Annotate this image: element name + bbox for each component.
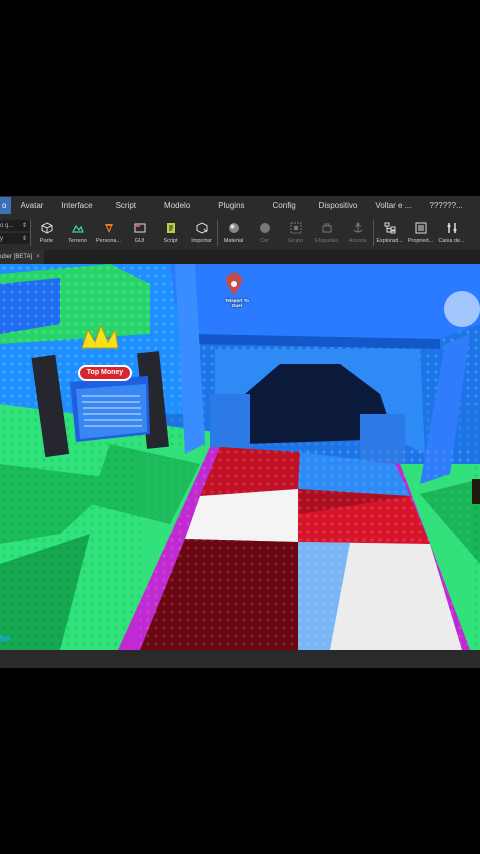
tool-label: Importar <box>191 238 212 244</box>
tool-label: Parte <box>39 238 54 244</box>
explorer-icon <box>383 221 396 234</box>
stepper-icon[interactable]: ⇕ <box>22 235 27 242</box>
tool-label: Caixa de... <box>438 238 465 244</box>
tool-character[interactable]: Persona... <box>93 214 124 244</box>
toolbar: o q... ⇕ y ⇕ Parte Terreno Persona... GUI … <box>0 214 480 250</box>
arena-roof <box>170 264 480 339</box>
character-icon <box>102 221 115 234</box>
tool-part[interactable]: Parte <box>31 214 62 244</box>
terrain-icon <box>71 221 84 234</box>
tool-label: Script <box>163 238 178 244</box>
tool-label: Grupo <box>287 238 304 244</box>
tool-color[interactable]: Cor <box>249 214 280 244</box>
document-tabs: uber [BETA] × <box>0 250 480 264</box>
tool-label: Âncora <box>348 238 367 244</box>
anchor-icon <box>351 221 364 234</box>
gui-icon <box>133 221 146 234</box>
color-icon <box>258 221 271 234</box>
search-field-text: o q... <box>0 222 14 229</box>
menu-item-script[interactable]: Script <box>102 201 150 210</box>
menu-bar: o Avatar Interface Script Modelo Plugins… <box>0 196 480 214</box>
toolbar-left-fields: o q... ⇕ y ⇕ <box>0 214 30 250</box>
menu-item-back[interactable]: Voltar e ... <box>366 201 420 210</box>
menu-item-model[interactable]: Modelo <box>150 201 204 210</box>
menu-item-avatar[interactable]: Avatar <box>11 201 52 210</box>
tool-anchor[interactable]: Âncora <box>342 214 373 244</box>
properties-icon <box>414 221 427 234</box>
script-icon <box>164 221 177 234</box>
tool-explorer[interactable]: Explorad... <box>374 214 405 244</box>
menu-item-interface[interactable]: Interface <box>52 201 101 210</box>
tool-properties[interactable]: Propried... <box>405 214 436 244</box>
tool-import[interactable]: Importar <box>186 214 217 244</box>
screen-frame: o Avatar Interface Script Modelo Plugins… <box>0 0 480 854</box>
material-icon <box>227 221 240 234</box>
corner-text: bx <box>0 633 11 643</box>
tool-gui[interactable]: GUI <box>124 214 155 244</box>
tab-label: uber [BETA] <box>0 254 33 260</box>
game-scene <box>0 264 480 650</box>
menu-item-unknown[interactable]: ??????... <box>420 201 471 210</box>
3d-viewport[interactable]: Top Money Teleport To Duel bx <box>0 264 480 650</box>
menu-item-home[interactable]: o <box>0 196 12 214</box>
group-icon <box>289 221 302 234</box>
menu-item-device[interactable]: Dispositivo <box>310 201 367 210</box>
character-figure <box>472 479 480 504</box>
tool-terrain[interactable]: Terreno <box>62 214 93 244</box>
tool-tags[interactable]: Etiquetas <box>311 214 342 244</box>
teleport-label: Teleport To Duel <box>225 298 249 308</box>
tool-label: Terreno <box>68 238 87 244</box>
close-icon[interactable]: × <box>36 254 40 260</box>
axis-field[interactable]: y ⇕ <box>0 233 30 244</box>
tool-label: GUI <box>134 238 145 244</box>
tool-toolbox[interactable]: Caixa de... <box>436 214 467 244</box>
tool-label: Cor <box>260 238 269 244</box>
tool-label: Persona... <box>95 238 122 244</box>
part-cube-icon <box>40 221 53 234</box>
tool-script[interactable]: Script <box>155 214 186 244</box>
search-field[interactable]: o q... ⇕ <box>0 220 30 231</box>
tags-icon <box>320 221 333 234</box>
tool-material[interactable]: Material <box>218 214 249 244</box>
toolbox-icon <box>445 221 458 234</box>
axis-field-text: y <box>0 235 3 242</box>
sign-title: Top Money <box>78 365 132 381</box>
menu-item-plugins[interactable]: Plugins <box>204 201 258 210</box>
tool-label: Propried... <box>407 238 434 244</box>
tool-label: Etiquetas <box>315 238 338 244</box>
tool-label: Explorad... <box>376 238 403 244</box>
tool-label: Material <box>223 238 244 244</box>
stepper-icon[interactable]: ⇕ <box>22 222 27 229</box>
menu-item-config[interactable]: Config <box>259 201 310 210</box>
import-icon <box>195 221 208 234</box>
bottom-bar <box>0 650 480 668</box>
tool-group[interactable]: Grupo <box>280 214 311 244</box>
tab-place[interactable]: uber [BETA] × <box>0 250 44 264</box>
